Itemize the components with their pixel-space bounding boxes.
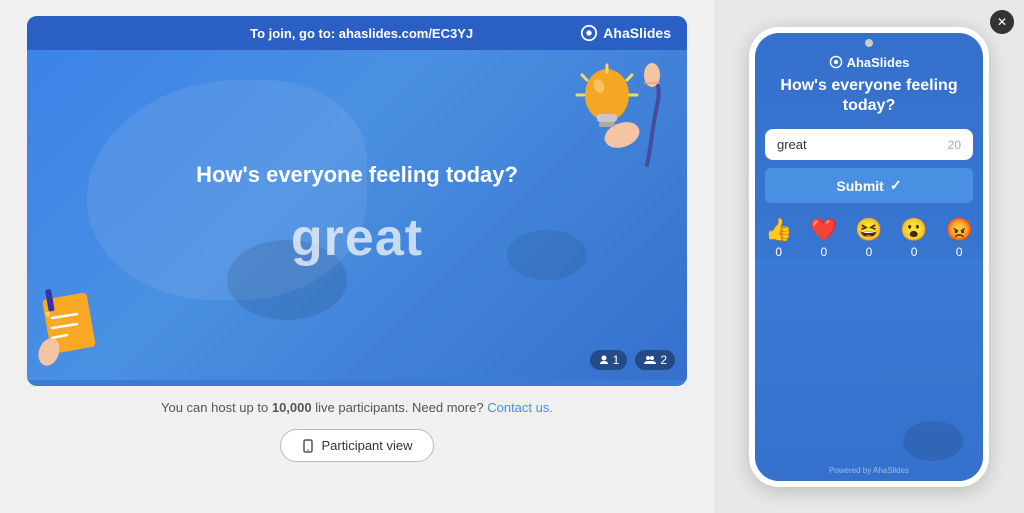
join-text: To join, go to: ahaslides.com/EC3YJ <box>143 26 580 41</box>
heart-count: 0 <box>821 245 828 259</box>
blob-decoration-3 <box>507 230 587 280</box>
people-count-badge: 2 <box>635 350 675 370</box>
ahaslides-logo-icon <box>580 24 598 42</box>
phone-input-row: great 20 <box>765 129 973 160</box>
slide-top-bar: To join, go to: ahaslides.com/EC3YJ AhaS… <box>27 16 687 50</box>
phone-header: AhaSlides How's everyone feeling today? <box>755 33 983 130</box>
phone-submit-button[interactable]: Submit ✓ <box>765 168 973 203</box>
hand-pencil-icon <box>622 55 682 175</box>
mobile-icon <box>301 439 315 453</box>
phone-bottom-area: Powered by AhaSlides <box>755 259 983 480</box>
phone-brand: AhaSlides <box>829 55 910 70</box>
checkmark-icon: ✓ <box>890 177 902 194</box>
brand-name: AhaSlides <box>603 25 671 41</box>
phone-frame: AhaSlides How's everyone feeling today? … <box>749 27 989 487</box>
reaction-wow[interactable]: 😮 0 <box>900 217 927 259</box>
participant-btn-label: Participant view <box>321 438 412 453</box>
reaction-angry[interactable]: 😡 0 <box>946 217 973 259</box>
participant-count: 1 <box>613 353 620 367</box>
wow-count: 0 <box>911 245 918 259</box>
join-url: ahaslides.com/EC3YJ <box>339 26 473 41</box>
phone-screen: AhaSlides How's everyone feeling today? … <box>755 33 983 481</box>
people-icon <box>643 354 657 366</box>
phone-notch <box>865 39 873 47</box>
phone-logo-icon <box>829 55 843 69</box>
info-bar: You can host up to 10,000 live participa… <box>161 400 553 415</box>
thumbsup-emoji: 👍 <box>765 217 792 243</box>
laugh-emoji: 😆 <box>855 217 882 243</box>
phone-input-count: 20 <box>948 138 961 152</box>
info-bold-text: 10,000 <box>272 400 312 415</box>
close-button[interactable]: ✕ <box>990 10 1014 34</box>
people-count: 2 <box>660 353 667 367</box>
angry-count: 0 <box>956 245 963 259</box>
slide-answer: great <box>291 208 423 268</box>
join-prefix: To join, go to: <box>250 26 339 41</box>
angry-emoji: 😡 <box>946 217 973 243</box>
slide-question: How's everyone feeling today? <box>156 162 558 188</box>
phone-reactions: 👍 0 ❤️ 0 😆 0 😮 0 😡 0 <box>765 217 973 259</box>
reaction-laugh[interactable]: 😆 0 <box>855 217 882 259</box>
left-panel: To join, go to: ahaslides.com/EC3YJ AhaS… <box>0 0 714 513</box>
participant-count-badge: 1 <box>590 350 628 370</box>
phone-blob-decoration <box>903 421 963 461</box>
right-panel: ✕ AhaSlides How's everyone feeling today… <box>714 0 1024 513</box>
thumbsup-count: 0 <box>775 245 782 259</box>
phone-submit-label: Submit <box>836 178 883 194</box>
info-text-before: You can host up to <box>161 400 272 415</box>
phone-input-value[interactable]: great <box>777 137 807 152</box>
slide-container: To join, go to: ahaslides.com/EC3YJ AhaS… <box>27 16 687 386</box>
laugh-count: 0 <box>866 245 873 259</box>
contact-us-link[interactable]: Contact us. <box>487 400 553 415</box>
close-icon: ✕ <box>997 15 1007 29</box>
slide-brand: AhaSlides <box>580 24 671 42</box>
phone-powered-text: Powered by AhaSlides <box>829 466 909 475</box>
slide-footer: 1 2 <box>590 350 675 370</box>
phone-brand-name: AhaSlides <box>847 55 910 70</box>
info-text-after: live participants. Need more? <box>312 400 484 415</box>
notes-icon <box>37 280 107 370</box>
reaction-thumbsup[interactable]: 👍 0 <box>765 217 792 259</box>
slide-body: How's everyone feeling today? great 1 2 <box>27 50 687 380</box>
reaction-heart[interactable]: ❤️ 0 <box>810 217 837 259</box>
wow-emoji: 😮 <box>900 217 927 243</box>
phone-question: How's everyone feeling today? <box>769 76 969 118</box>
participant-icon <box>598 354 610 366</box>
participant-view-button[interactable]: Participant view <box>280 429 433 462</box>
heart-emoji: ❤️ <box>810 217 837 243</box>
